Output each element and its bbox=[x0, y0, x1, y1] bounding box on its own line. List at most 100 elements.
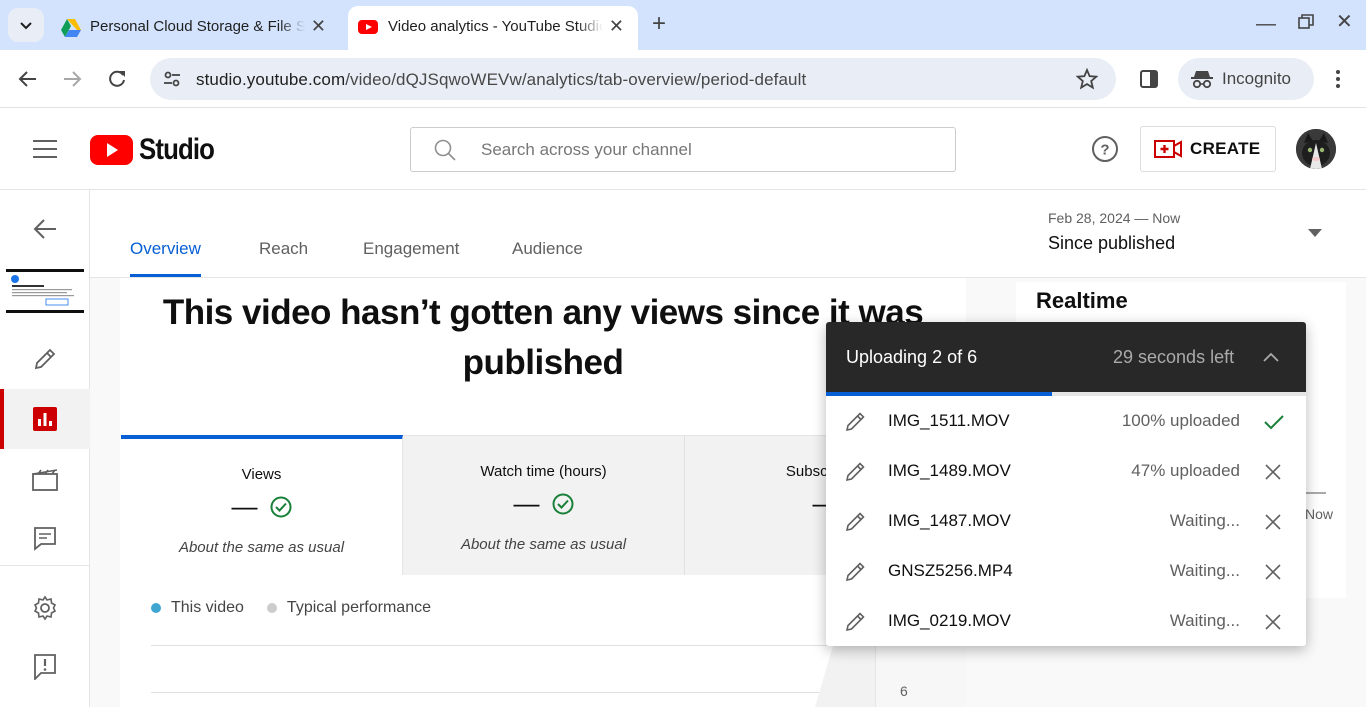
pencil-icon[interactable] bbox=[845, 510, 867, 532]
pencil-icon[interactable] bbox=[845, 460, 867, 482]
period-range: Feb 28, 2024 — Now bbox=[1048, 210, 1181, 226]
incognito-label: Incognito bbox=[1222, 69, 1291, 88]
checkmark-icon bbox=[1264, 415, 1284, 430]
tab-overview[interactable]: Overview bbox=[130, 239, 201, 259]
realtime-axis-label: Now bbox=[1305, 506, 1334, 522]
help-icon[interactable]: ? bbox=[1091, 135, 1119, 163]
minimize-icon[interactable]: — bbox=[1256, 14, 1276, 34]
forward-arrow-icon[interactable] bbox=[62, 69, 82, 89]
check-circle-icon bbox=[270, 496, 291, 517]
upload-progress-panel: Uploading 2 of 6 29 seconds left IMG_151… bbox=[826, 322, 1306, 646]
metric-label: Watch time (hours) bbox=[480, 463, 607, 480]
check-circle-icon bbox=[552, 493, 573, 514]
restore-icon[interactable] bbox=[1298, 14, 1314, 30]
close-icon[interactable]: ✕ bbox=[311, 16, 326, 37]
site-settings-icon[interactable] bbox=[162, 69, 182, 89]
upload-item: IMG_1487.MOV Waiting... bbox=[826, 496, 1306, 546]
address-bar[interactable]: studio.youtube.com/video/dQJSqwoWEVw/ana… bbox=[150, 58, 1116, 100]
left-nav bbox=[0, 190, 90, 707]
upload-file-status: Waiting... bbox=[1169, 611, 1240, 630]
realtime-chart-line bbox=[1306, 492, 1326, 494]
metric-value-row: — bbox=[121, 491, 402, 522]
upload-item: IMG_1511.MOV 100% uploaded bbox=[826, 396, 1306, 446]
reload-icon[interactable] bbox=[107, 69, 127, 89]
upload-file-status: 100% uploaded bbox=[1121, 411, 1240, 430]
feedback-icon bbox=[34, 654, 56, 680]
tab-reach[interactable]: Reach bbox=[259, 239, 308, 259]
cancel-upload-icon[interactable] bbox=[1265, 514, 1281, 530]
create-button[interactable]: CREATE bbox=[1140, 126, 1276, 172]
side-panel-icon[interactable] bbox=[1139, 69, 1159, 89]
cancel-upload-icon[interactable] bbox=[1265, 564, 1281, 580]
pencil-icon[interactable] bbox=[845, 560, 867, 582]
active-indicator bbox=[0, 389, 4, 449]
pencil-icon bbox=[34, 348, 56, 370]
metric-value-row: — bbox=[403, 488, 684, 519]
metric-value: — bbox=[231, 491, 258, 521]
close-window-icon[interactable]: ✕ bbox=[1336, 12, 1353, 32]
analytics-icon bbox=[33, 407, 57, 431]
period-selector[interactable]: Feb 28, 2024 — Now Since published bbox=[1048, 208, 1338, 260]
avatar[interactable] bbox=[1296, 129, 1336, 169]
new-tab-icon[interactable]: + bbox=[652, 12, 666, 36]
incognito-icon bbox=[1191, 71, 1213, 89]
nav-settings[interactable] bbox=[0, 592, 90, 624]
upload-file-name: IMG_1511.MOV bbox=[888, 411, 1010, 430]
chart-axis-panel bbox=[875, 640, 966, 707]
create-label: CREATE bbox=[1190, 139, 1261, 158]
chevron-up-icon[interactable] bbox=[1263, 352, 1279, 362]
browser-menu-icon[interactable] bbox=[1335, 69, 1341, 89]
back-arrow-icon[interactable] bbox=[18, 69, 38, 89]
url-path: /video/dQJSqwoWEVw/analytics/tab-overvie… bbox=[345, 70, 807, 89]
upload-item: IMG_0219.MOV Waiting... bbox=[826, 596, 1306, 646]
chart-legend: This video Typical performance bbox=[151, 598, 431, 618]
film-editor-icon bbox=[32, 469, 58, 491]
search-icon bbox=[434, 139, 456, 161]
upload-file-name: GNSZ5256.MP4 bbox=[888, 561, 1013, 580]
metric-views[interactable]: Views — About the same as usual bbox=[121, 435, 403, 575]
nav-feedback[interactable] bbox=[0, 651, 90, 683]
nav-analytics[interactable] bbox=[0, 389, 90, 449]
nav-details[interactable] bbox=[0, 343, 90, 375]
url-text: studio.youtube.com/video/dQJSqwoWEVw/ana… bbox=[196, 70, 806, 90]
nav-editor[interactable] bbox=[0, 464, 90, 496]
video-thumbnail[interactable] bbox=[6, 269, 84, 313]
upload-panel-header[interactable]: Uploading 2 of 6 29 seconds left bbox=[826, 322, 1306, 392]
avatar-cat-image bbox=[1296, 129, 1336, 169]
back-to-content-button[interactable] bbox=[0, 214, 90, 244]
cancel-upload-icon[interactable] bbox=[1265, 614, 1281, 630]
hamburger-menu-icon[interactable] bbox=[33, 140, 57, 158]
chart-gridline bbox=[151, 645, 875, 646]
pencil-icon[interactable] bbox=[845, 610, 867, 632]
bookmark-star-icon[interactable] bbox=[1076, 68, 1098, 90]
close-icon[interactable]: ✕ bbox=[609, 16, 624, 37]
tab-audience[interactable]: Audience bbox=[512, 239, 583, 259]
upload-file-name: IMG_0219.MOV bbox=[888, 611, 1011, 630]
tab-engagement[interactable]: Engagement bbox=[363, 239, 459, 259]
legend-dot-this-video bbox=[151, 603, 161, 613]
upload-time-left: 29 seconds left bbox=[1113, 347, 1235, 367]
legend-this-video: This video bbox=[171, 599, 244, 616]
gear-icon bbox=[33, 595, 57, 621]
cancel-upload-icon[interactable] bbox=[1265, 464, 1281, 480]
metric-value: — bbox=[513, 488, 540, 518]
back-arrow-icon bbox=[33, 219, 56, 239]
url-host: studio.youtube.com bbox=[196, 70, 346, 89]
pencil-icon[interactable] bbox=[845, 410, 867, 432]
incognito-indicator[interactable]: Incognito bbox=[1178, 58, 1314, 100]
upload-item: IMG_1489.MOV 47% uploaded bbox=[826, 446, 1306, 496]
chart-gridline bbox=[151, 692, 875, 693]
metric-watch-time[interactable]: Watch time (hours) — About the same as u… bbox=[403, 435, 685, 575]
upload-file-name: IMG_1489.MOV bbox=[888, 461, 1011, 480]
upload-file-status: Waiting... bbox=[1169, 561, 1240, 580]
youtube-logo-icon bbox=[90, 135, 133, 165]
nav-divider bbox=[0, 565, 90, 566]
chart-tick-label: 6 bbox=[900, 683, 908, 699]
nav-comments[interactable] bbox=[0, 523, 90, 555]
browser-tab-youtube-studio[interactable]: Video analytics - YouTube Studio ✕ bbox=[348, 6, 638, 50]
browser-tab-drive[interactable]: Personal Cloud Storage & File Sharing ✕ bbox=[50, 6, 340, 50]
channel-search-input[interactable]: Search across your channel bbox=[410, 127, 956, 172]
tab-search-button[interactable] bbox=[8, 8, 44, 42]
upload-file-status: 47% uploaded bbox=[1131, 461, 1240, 480]
studio-logo[interactable]: Studio bbox=[90, 132, 226, 168]
